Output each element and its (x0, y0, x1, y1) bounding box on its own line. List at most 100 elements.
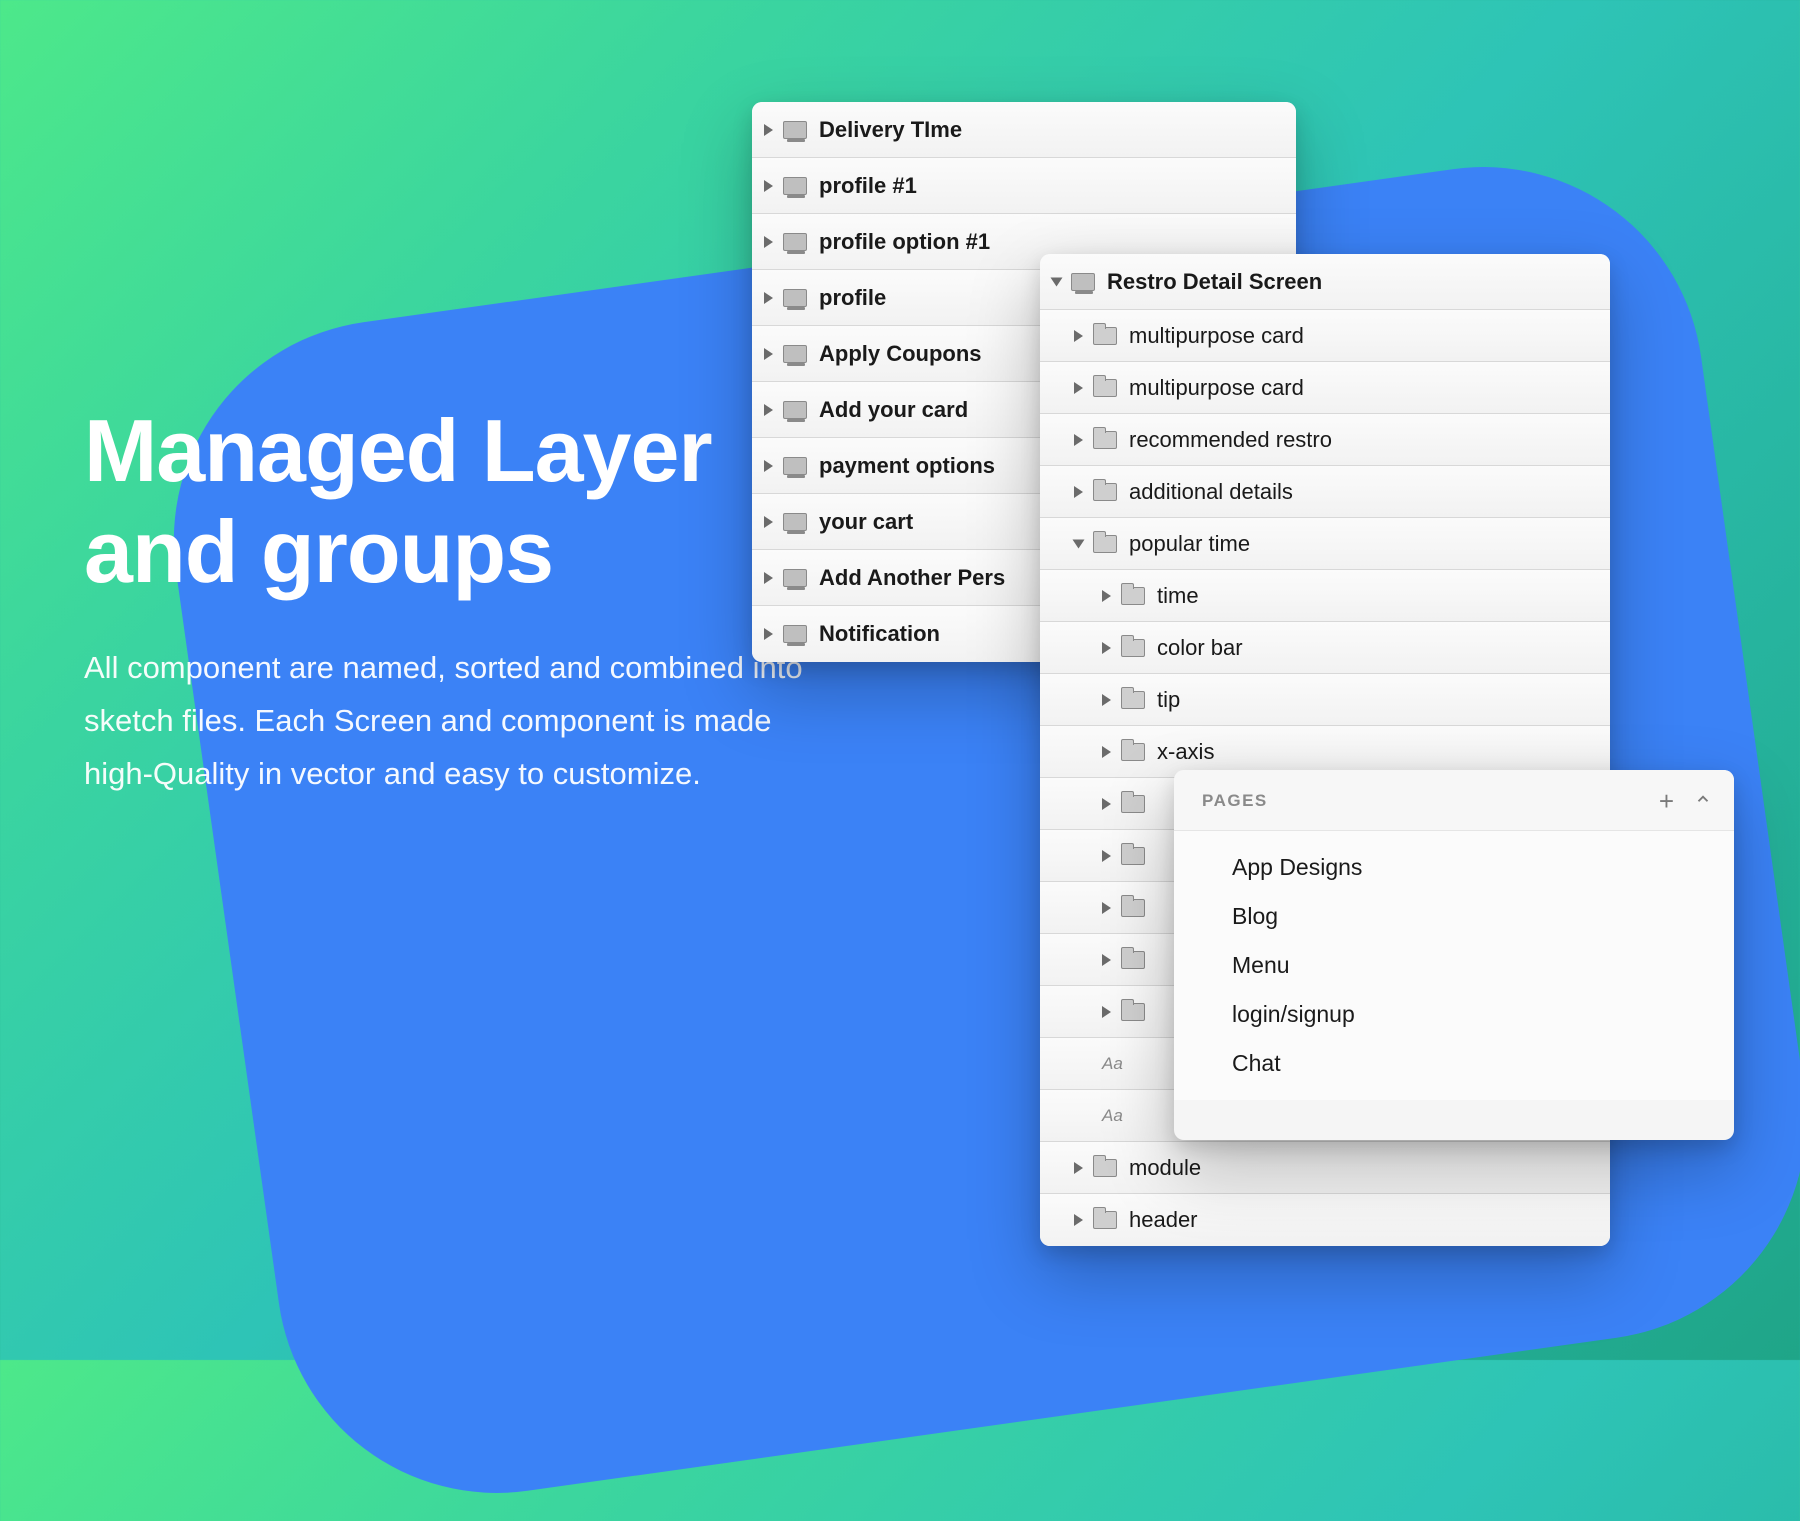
chevron-right-icon (764, 124, 773, 136)
layer-row[interactable]: multipurpose card (1040, 362, 1610, 414)
folder-icon (1121, 587, 1145, 605)
chevron-right-icon (764, 236, 773, 248)
artboard-icon (1071, 273, 1095, 291)
chevron-right-icon (1102, 902, 1111, 914)
chevron-right-icon (1074, 434, 1083, 446)
pages-list: App Designs Blog Menu login/signup Chat (1174, 831, 1734, 1100)
layer-row[interactable]: color bar (1040, 622, 1610, 674)
artboard-icon (783, 569, 807, 587)
layer-label: Notification (819, 621, 940, 647)
folder-icon (1093, 535, 1117, 553)
text-layer-icon: Aa (1102, 1054, 1126, 1074)
folder-icon (1121, 1003, 1145, 1021)
folder-icon (1093, 1159, 1117, 1177)
collapse-icon[interactable] (1694, 790, 1712, 813)
layer-label: module (1129, 1155, 1201, 1181)
pages-header: PAGES + (1174, 770, 1734, 831)
layer-row[interactable]: recommended restro (1040, 414, 1610, 466)
hero-text-block: Managed Layer and groups All component a… (84, 400, 804, 800)
chevron-down-icon (1051, 277, 1063, 286)
artboard-icon (783, 513, 807, 531)
artboard-icon (783, 289, 807, 307)
page-item[interactable]: App Designs (1174, 843, 1734, 892)
page-description: All component are named, sorted and comb… (84, 642, 804, 800)
layer-row[interactable]: tip (1040, 674, 1610, 726)
layer-label: time (1157, 583, 1199, 609)
layer-label: additional details (1129, 479, 1293, 505)
folder-icon (1093, 327, 1117, 345)
chevron-right-icon (764, 572, 773, 584)
layer-row[interactable]: Delivery TIme (752, 102, 1296, 158)
layer-label: x-axis (1157, 739, 1214, 765)
layer-row[interactable]: profile #1 (752, 158, 1296, 214)
layer-row[interactable]: Restro Detail Screen (1040, 254, 1610, 310)
folder-icon (1093, 1211, 1117, 1229)
artboard-icon (783, 625, 807, 643)
pages-panel: PAGES + App Designs Blog Menu login/sign… (1174, 770, 1734, 1140)
layer-label: multipurpose card (1129, 323, 1304, 349)
layer-label: Restro Detail Screen (1107, 269, 1322, 295)
text-layer-icon: Aa (1102, 1106, 1126, 1126)
layer-label: profile (819, 285, 886, 311)
chevron-right-icon (1102, 746, 1111, 758)
chevron-right-icon (1102, 694, 1111, 706)
pages-actions: + (1659, 788, 1712, 814)
layer-label: profile option #1 (819, 229, 990, 255)
chevron-right-icon (764, 628, 773, 640)
layer-label: multipurpose card (1129, 375, 1304, 401)
artboard-icon (783, 457, 807, 475)
chevron-right-icon (764, 404, 773, 416)
chevron-right-icon (1102, 1006, 1111, 1018)
title-line-2: and groups (84, 502, 553, 601)
layer-label: recommended restro (1129, 427, 1332, 453)
layer-row[interactable]: module (1040, 1142, 1610, 1194)
folder-icon (1121, 951, 1145, 969)
folder-icon (1121, 899, 1145, 917)
chevron-right-icon (1102, 954, 1111, 966)
page-item[interactable]: Blog (1174, 892, 1734, 941)
chevron-right-icon (1074, 330, 1083, 342)
folder-icon (1093, 431, 1117, 449)
page-item[interactable]: Menu (1174, 941, 1734, 990)
layer-row[interactable]: multipurpose card (1040, 310, 1610, 362)
chevron-right-icon (1074, 486, 1083, 498)
layer-label: your cart (819, 509, 913, 535)
layer-row[interactable]: header (1040, 1194, 1610, 1246)
folder-icon (1093, 379, 1117, 397)
page-item[interactable]: login/signup (1174, 990, 1734, 1039)
chevron-right-icon (1074, 1162, 1083, 1174)
layer-label: header (1129, 1207, 1198, 1233)
chevron-right-icon (764, 292, 773, 304)
artboard-icon (783, 233, 807, 251)
layer-label: Add your card (819, 397, 968, 423)
folder-icon (1121, 795, 1145, 813)
chevron-right-icon (764, 516, 773, 528)
layer-row[interactable]: additional details (1040, 466, 1610, 518)
chevron-right-icon (1102, 798, 1111, 810)
folder-icon (1093, 483, 1117, 501)
artboard-icon (783, 177, 807, 195)
layer-label: payment options (819, 453, 995, 479)
layer-row[interactable]: time (1040, 570, 1610, 622)
layer-label: Apply Coupons (819, 341, 982, 367)
pages-title: PAGES (1202, 791, 1268, 811)
chevron-right-icon (1102, 642, 1111, 654)
chevron-right-icon (1102, 850, 1111, 862)
page-item[interactable]: Chat (1174, 1039, 1734, 1088)
chevron-right-icon (1074, 382, 1083, 394)
layer-row[interactable]: popular time (1040, 518, 1610, 570)
layer-label: color bar (1157, 635, 1243, 661)
artboard-icon (783, 121, 807, 139)
layer-label: profile #1 (819, 173, 917, 199)
title-line-1: Managed Layer (84, 401, 712, 500)
chevron-right-icon (1074, 1214, 1083, 1226)
chevron-down-icon (1073, 539, 1085, 548)
artboard-icon (783, 401, 807, 419)
folder-icon (1121, 847, 1145, 865)
folder-icon (1121, 743, 1145, 761)
chevron-right-icon (1102, 590, 1111, 602)
add-page-icon[interactable]: + (1659, 788, 1674, 814)
page-title: Managed Layer and groups (84, 400, 804, 602)
layer-label: tip (1157, 687, 1180, 713)
chevron-right-icon (764, 460, 773, 472)
